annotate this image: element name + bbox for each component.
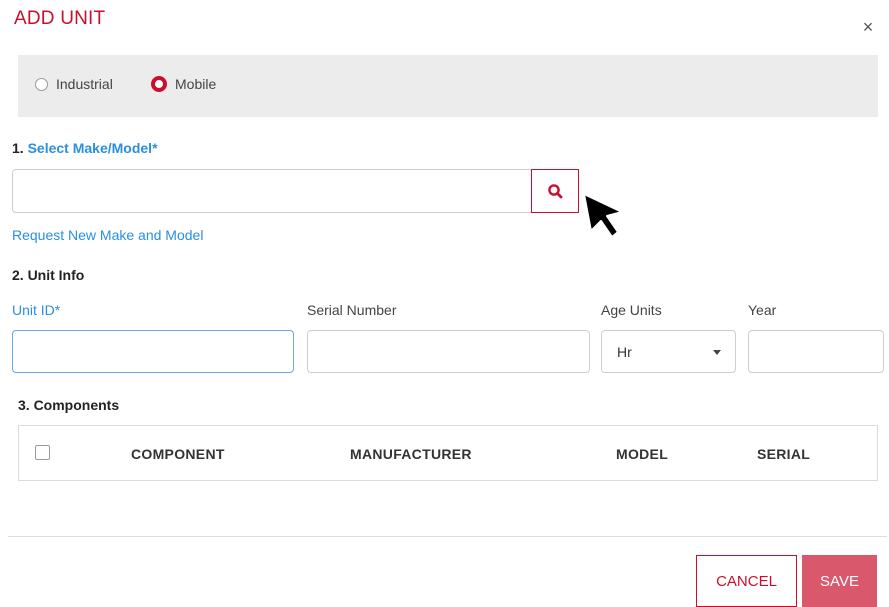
section-make-model-heading: 1. Select Make/Model*: [12, 140, 158, 156]
radio-mobile[interactable]: Mobile: [151, 76, 216, 92]
year-input[interactable]: [748, 330, 884, 373]
age-units-select[interactable]: Hr: [601, 330, 736, 373]
unit-type-selector: Industrial Mobile: [18, 55, 878, 117]
mouse-pointer-icon: [583, 193, 623, 238]
serial-number-label: Serial Number: [307, 302, 397, 318]
radio-mobile-label: Mobile: [175, 76, 217, 92]
section-unit-info-heading: 2. Unit Info: [12, 267, 85, 283]
footer-divider: [8, 536, 887, 537]
search-button[interactable]: [531, 169, 579, 213]
radio-industrial-label: Industrial: [56, 76, 113, 92]
age-units-label: Age Units: [601, 302, 662, 318]
unit-id-input[interactable]: [12, 330, 294, 373]
close-icon[interactable]: ×: [858, 17, 878, 37]
radio-checked-icon[interactable]: [151, 76, 167, 92]
radio-unchecked-icon[interactable]: [35, 77, 48, 91]
cancel-button[interactable]: CANCEL: [696, 555, 797, 607]
serial-number-input[interactable]: [307, 330, 590, 373]
radio-industrial[interactable]: Industrial: [35, 76, 113, 92]
section-number: 1.: [12, 140, 24, 156]
column-header-manufacturer: MANUFACTURER: [350, 446, 472, 462]
column-header-serial: SERIAL: [757, 446, 811, 462]
request-make-model-link[interactable]: Request New Make and Model: [12, 227, 203, 243]
section-make-model-label: Select Make/Model*: [27, 140, 158, 156]
section-components-heading: 3. Components: [18, 397, 120, 413]
save-button[interactable]: SAVE: [802, 555, 877, 607]
search-icon: [548, 184, 563, 199]
year-label: Year: [748, 302, 777, 318]
age-units-value: Hr: [617, 344, 632, 360]
select-all-checkbox[interactable]: [35, 445, 50, 460]
column-header-model: MODEL: [616, 446, 669, 462]
unit-id-label: Unit ID*: [12, 302, 61, 318]
column-header-component: COMPONENT: [131, 446, 225, 462]
chevron-down-icon: [713, 350, 721, 355]
dialog-title: ADD UNIT: [14, 8, 106, 29]
make-model-search-input[interactable]: [12, 169, 533, 213]
components-table-header: COMPONENT MANUFACTURER MODEL SERIAL: [18, 425, 878, 481]
